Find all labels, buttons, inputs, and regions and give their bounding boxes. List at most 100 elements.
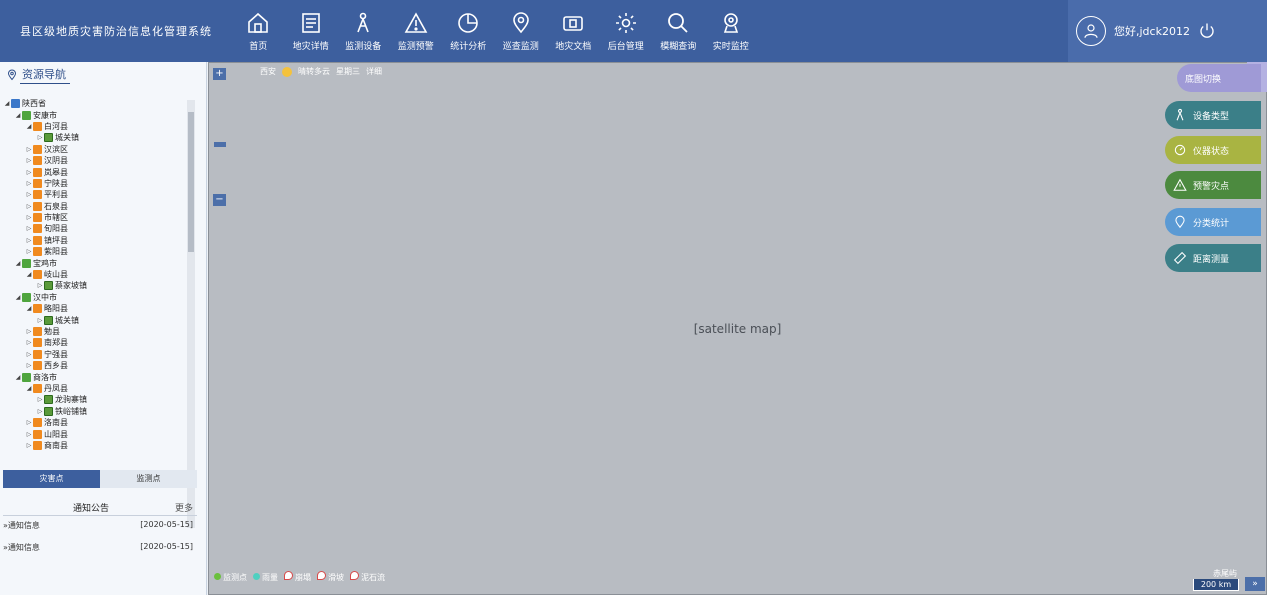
nav-monitor-device[interactable]: 监测设备: [337, 0, 390, 62]
nav-documents[interactable]: 地灾文档: [547, 0, 600, 62]
tab-disaster-points[interactable]: 灾害点: [3, 470, 100, 488]
tree-node[interactable]: ◢ 汉中市: [3, 292, 197, 303]
collapsed-arrow-icon[interactable]: ▷: [25, 157, 33, 164]
collapsed-arrow-icon[interactable]: ▷: [25, 351, 33, 358]
collapsed-arrow-icon[interactable]: ▷: [25, 442, 33, 449]
instrument-status-button[interactable]: 仪器状态: [1165, 136, 1261, 164]
collapsed-arrow-icon[interactable]: ▷: [36, 282, 44, 289]
expanded-arrow-icon[interactable]: ◢: [14, 260, 22, 267]
tree-node[interactable]: ◢ 宝鸡市: [3, 257, 197, 268]
tree-node[interactable]: ▷ 龙驹寨镇: [3, 394, 197, 405]
expanded-arrow-icon[interactable]: ◢: [25, 123, 33, 130]
nav-home[interactable]: 首页: [232, 0, 285, 62]
collapsed-arrow-icon[interactable]: ▷: [36, 317, 44, 324]
nav-fuzzy-search[interactable]: 模糊查询: [652, 0, 705, 62]
weather-detail-link[interactable]: 详细: [366, 66, 382, 77]
tree-node[interactable]: ▷ 岚皋县: [3, 166, 197, 177]
collapsed-arrow-icon[interactable]: ▷: [36, 134, 44, 141]
collapsed-arrow-icon[interactable]: ▷: [25, 180, 33, 187]
tree-node[interactable]: ▷ 城关镇: [3, 132, 197, 143]
zoom-in-button[interactable]: +: [213, 68, 226, 80]
expanded-arrow-icon[interactable]: ◢: [14, 294, 22, 301]
tree-node-label: 宁陕县: [44, 178, 68, 188]
collapsed-arrow-icon[interactable]: ▷: [25, 203, 33, 210]
tree-node[interactable]: ◢ 白河县: [3, 121, 197, 132]
tree-node[interactable]: ▷ 汉滨区: [3, 144, 197, 155]
tree-node[interactable]: ▷ 勉县: [3, 326, 197, 337]
zoom-out-button[interactable]: −: [213, 194, 226, 206]
collapsed-arrow-icon[interactable]: ▷: [25, 237, 33, 244]
collapsed-arrow-icon[interactable]: ▷: [25, 328, 33, 335]
tree-node[interactable]: ▷ 南郑县: [3, 337, 197, 348]
collapsed-arrow-icon[interactable]: ▷: [25, 225, 33, 232]
collapsed-arrow-icon[interactable]: ▷: [36, 396, 44, 403]
collapsed-arrow-icon[interactable]: ▷: [25, 191, 33, 198]
collapsed-arrow-icon[interactable]: ▷: [25, 214, 33, 221]
notice-more-link[interactable]: 更多: [175, 501, 193, 514]
nav-statistics[interactable]: 统计分析: [442, 0, 495, 62]
tree-node[interactable]: ▷ 石泉县: [3, 201, 197, 212]
collapsed-arrow-icon[interactable]: ▷: [25, 419, 33, 426]
warning-points-button[interactable]: 预警灾点: [1165, 171, 1261, 199]
collapsed-arrow-icon[interactable]: ▷: [25, 169, 33, 176]
tree-node[interactable]: ◢ 安康市: [3, 109, 197, 120]
expanded-arrow-icon[interactable]: ◢: [14, 374, 22, 381]
nav-realtime-monitor[interactable]: 实时监控: [705, 0, 758, 62]
collapsed-arrow-icon[interactable]: ▷: [25, 431, 33, 438]
tree-node[interactable]: ▷ 镇坪县: [3, 235, 197, 246]
tree-node[interactable]: ▷ 汉阴县: [3, 155, 197, 166]
category-stats-button[interactable]: 分类统计: [1165, 208, 1261, 236]
tree-node[interactable]: ▷ 宁强县: [3, 349, 197, 360]
tree-node-label: 紫阳县: [44, 247, 68, 257]
town-icon: [44, 395, 53, 405]
expanded-arrow-icon[interactable]: ◢: [3, 100, 11, 107]
tree-node[interactable]: ◢ 陕西省: [3, 98, 197, 109]
nav-disaster-detail[interactable]: 地灾详情: [285, 0, 338, 62]
tab-monitor-points[interactable]: 监测点: [100, 470, 197, 488]
nav-admin-label: 后台管理: [607, 41, 644, 52]
tree-node[interactable]: ▷ 西乡县: [3, 360, 197, 371]
tree-node-label: 陕西省: [22, 99, 46, 109]
expanded-arrow-icon[interactable]: ◢: [14, 112, 22, 119]
avatar[interactable]: [1076, 16, 1106, 46]
tree-node[interactable]: ▷ 城关镇: [3, 314, 197, 325]
zoom-level-handle[interactable]: [214, 142, 226, 147]
notice-item[interactable]: »通知信息 [2020-05-15]: [3, 542, 197, 556]
tree-node[interactable]: ◢ 商洛市: [3, 371, 197, 382]
tree-node[interactable]: ▷ 平利县: [3, 189, 197, 200]
device-type-button[interactable]: 设备类型: [1165, 101, 1261, 129]
tree-node[interactable]: ▷ 紫阳县: [3, 246, 197, 257]
basemap-switch-button[interactable]: 底图切换: [1177, 64, 1261, 92]
tree-node[interactable]: ▷ 宁陕县: [3, 178, 197, 189]
nav-admin[interactable]: 后台管理: [600, 0, 653, 62]
tree-node[interactable]: ◢ 略阳县: [3, 303, 197, 314]
distance-measure-button[interactable]: 距离测量: [1165, 244, 1261, 272]
expanded-arrow-icon[interactable]: ◢: [25, 271, 33, 278]
nav-realtime-monitor-label: 实时监控: [712, 41, 749, 52]
nav-patrol[interactable]: 巡查监测: [495, 0, 548, 62]
zoom-slider[interactable]: [213, 82, 226, 194]
collapsed-arrow-icon[interactable]: ▷: [25, 362, 33, 369]
nav-monitor-warning[interactable]: 监测预警: [390, 0, 443, 62]
collapsed-arrow-icon[interactable]: ▷: [36, 408, 44, 415]
power-icon[interactable]: [1198, 22, 1216, 40]
expanded-arrow-icon[interactable]: ◢: [25, 385, 33, 392]
collapsed-arrow-icon[interactable]: ▷: [25, 339, 33, 346]
tree-node[interactable]: ◢ 岐山县: [3, 269, 197, 280]
tree-node[interactable]: ▷ 旬阳县: [3, 223, 197, 234]
scroll-thumb[interactable]: [188, 112, 194, 252]
tree-node[interactable]: ▷ 商南县: [3, 440, 197, 451]
collapsed-arrow-icon[interactable]: ▷: [25, 146, 33, 153]
overview-toggle-button[interactable]: »: [1245, 577, 1265, 591]
collapsed-arrow-icon[interactable]: ▷: [25, 248, 33, 255]
notice-item[interactable]: »通知信息 [2020-05-15]: [3, 520, 197, 534]
tree-node[interactable]: ▷ 山阳县: [3, 428, 197, 439]
tree-scrollbar[interactable]: [187, 100, 195, 528]
tree-node[interactable]: ◢ 丹凤县: [3, 383, 197, 394]
map-view[interactable]: [satellite map] 西安 晴转多云 星期三 详细 + − ‹ 底图切…: [208, 62, 1267, 595]
tree-node[interactable]: ▷ 蔡家坡镇: [3, 280, 197, 291]
tree-node[interactable]: ▷ 市辖区: [3, 212, 197, 223]
tree-node[interactable]: ▷ 铁峪铺镇: [3, 406, 197, 417]
tree-node[interactable]: ▷ 洛南县: [3, 417, 197, 428]
expanded-arrow-icon[interactable]: ◢: [25, 305, 33, 312]
